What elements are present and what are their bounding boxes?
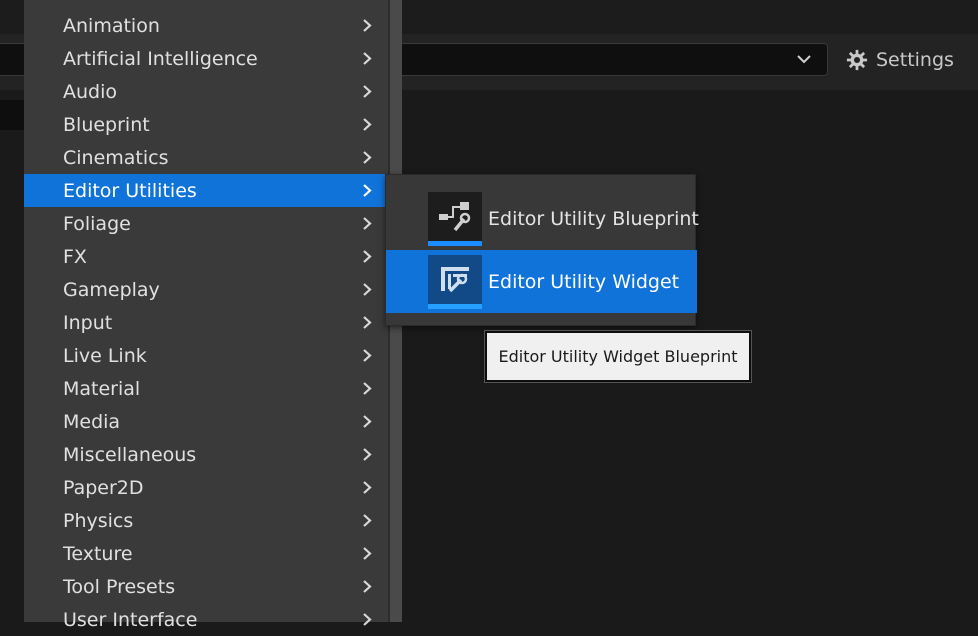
chevron-right-icon [363,217,372,230]
blueprint-wrench-icon [428,191,482,246]
chevron-right-icon [363,85,372,98]
menu-item-gameplay[interactable]: Gameplay [24,273,385,306]
menu-item-label: Foliage [63,212,131,235]
menu-item-label: Artificial Intelligence [63,47,258,70]
widget-wrench-icon [428,254,482,309]
menu-item-label: Blueprint [63,113,150,136]
menu-item-label: User Interface [63,608,198,631]
left-panel-edge [0,100,24,130]
menu-item-tool-presets[interactable]: Tool Presets [24,570,385,603]
menu-item-animation[interactable]: Animation [24,9,385,42]
chevron-right-icon [363,415,372,428]
menu-item-foliage[interactable]: Foliage [24,207,385,240]
menu-item-label: Gameplay [63,278,160,301]
chevron-right-icon [363,580,372,593]
chevron-right-icon [363,151,372,164]
menu-item-material[interactable]: Material [24,372,385,405]
menu-item-label: Miscellaneous [63,443,197,466]
chevron-right-icon [363,316,372,329]
settings-button[interactable]: Settings [846,46,954,74]
menu-item-audio[interactable]: Audio [24,75,385,108]
menu-item-fx[interactable]: FX [24,240,385,273]
menu-item-label: Tool Presets [63,575,176,598]
chevron-down-icon[interactable] [797,52,811,66]
menu-item-editor-utilities[interactable]: Editor Utilities [24,174,385,207]
editor-utilities-submenu: Editor Utility Blueprint Editor Utility … [385,174,699,326]
menu-item-input[interactable]: Input [24,306,385,339]
submenu-item-label: Editor Utility Widget [488,270,680,293]
menu-item-label: Material [63,377,141,400]
menu-item-label: FX [63,245,87,268]
chevron-right-icon [363,514,372,527]
chevron-right-icon [363,184,372,197]
menu-item-label: Cinematics [63,146,169,169]
settings-label: Settings [876,49,954,71]
submenu-item-editor-utility-blueprint[interactable]: Editor Utility Blueprint [386,187,699,250]
chevron-right-icon [363,481,372,494]
menu-item-live-link[interactable]: Live Link [24,339,385,372]
menu-item-cinematics[interactable]: Cinematics [24,141,385,174]
menu-item-media[interactable]: Media [24,405,385,438]
tooltip: Editor Utility Widget Blueprint [485,331,751,382]
menu-item-blueprint[interactable]: Blueprint [24,108,385,141]
chevron-right-icon [363,52,372,65]
menu-item-paper2d[interactable]: Paper2D [24,471,385,504]
menu-item-label: Paper2D [63,476,144,499]
menu-item-label: Animation [63,14,160,37]
menu-item-label: Input [63,311,113,334]
chevron-right-icon [363,382,372,395]
menu-item-physics[interactable]: Physics [24,504,385,537]
menu-item-user-interface[interactable]: User Interface [24,603,385,636]
chevron-right-icon [363,349,372,362]
menu-item-label: Audio [63,80,118,103]
menu-item-label: Texture [63,542,133,565]
menu-item-label: Live Link [63,344,147,367]
menu-item-label: Media [63,410,121,433]
chevron-right-icon [363,547,372,560]
menu-item-miscellaneous[interactable]: Miscellaneous [24,438,385,471]
chevron-right-icon [363,448,372,461]
chevron-right-icon [363,19,372,32]
gear-icon [846,49,868,71]
chevron-right-icon [363,250,372,263]
menu-item-texture[interactable]: Texture [24,537,385,570]
menu-item-artificial-intelligence[interactable]: Artificial Intelligence [24,42,385,75]
chevron-right-icon [363,118,372,131]
submenu-item-editor-utility-widget[interactable]: Editor Utility Widget [386,250,697,313]
chevron-right-icon [363,613,372,626]
tooltip-text: Editor Utility Widget Blueprint [498,347,738,366]
submenu-item-label: Editor Utility Blueprint [488,207,699,230]
menu-item-label: Physics [63,509,134,532]
menu-item-label: Editor Utilities [63,179,197,202]
chevron-right-icon [363,283,372,296]
